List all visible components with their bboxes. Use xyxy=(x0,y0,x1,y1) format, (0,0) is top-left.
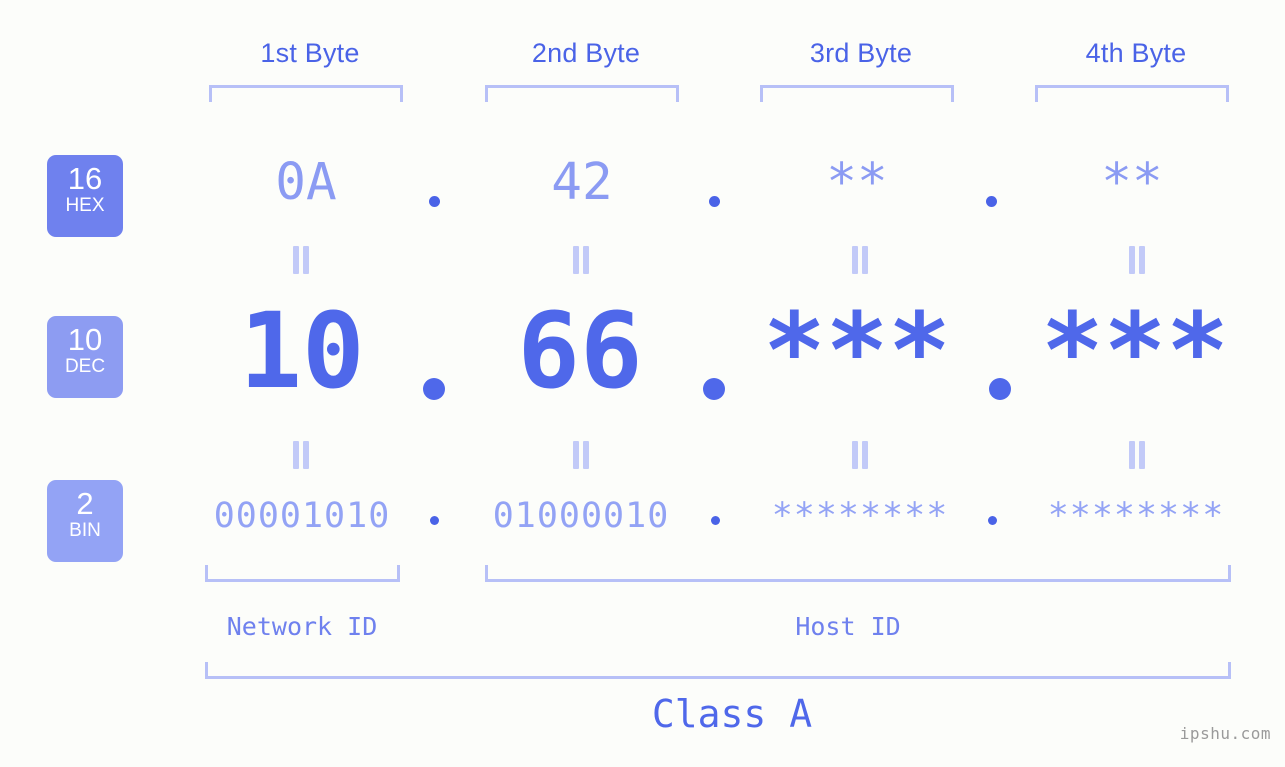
equals-icon-hex-dec-2 xyxy=(571,246,591,274)
equals-icon-dec-bin-4 xyxy=(1127,441,1147,469)
base-badge-dec-number: 10 xyxy=(67,322,103,357)
bin-separator-2 xyxy=(711,516,720,525)
equals-icon-hex-dec-1 xyxy=(291,246,311,274)
bin-separator-1 xyxy=(430,516,439,525)
equals-icon-hex-dec-3 xyxy=(850,246,870,274)
class-label: Class A xyxy=(651,692,813,736)
base-badge-hex-number: 16 xyxy=(67,161,103,196)
equals-icon-dec-bin-2 xyxy=(571,441,591,469)
bin-byte-1: 00001010 xyxy=(213,496,391,536)
dec-byte-4: *** xyxy=(1041,290,1229,412)
byte-header-3: 3rd Byte xyxy=(809,38,913,68)
bin-byte-3: ******** xyxy=(771,496,949,536)
base-badge-dec-name: DEC xyxy=(64,356,106,377)
dec-separator-1 xyxy=(423,378,445,400)
byte-bracket-2 xyxy=(485,85,679,102)
bin-byte-4: ******** xyxy=(1047,496,1225,536)
byte-bracket-3 xyxy=(760,85,954,102)
byte-bracket-1 xyxy=(209,85,403,102)
base-badge-hex-name: HEX xyxy=(65,195,105,216)
network-id-bracket xyxy=(205,565,400,582)
hex-byte-1: 0A xyxy=(275,153,337,212)
dec-byte-2: 66 xyxy=(517,290,643,412)
base-badge-bin-number: 2 xyxy=(76,486,94,521)
bin-byte-2: 01000010 xyxy=(492,496,670,536)
byte-header-2: 2nd Byte xyxy=(531,38,641,68)
byte-bracket-4 xyxy=(1035,85,1229,102)
base-badge-hex: 16 HEX xyxy=(47,155,123,237)
base-badge-bin-name: BIN xyxy=(69,520,101,541)
host-id-bracket xyxy=(485,565,1231,582)
bin-separator-3 xyxy=(988,516,997,525)
base-badge-dec: 10 DEC xyxy=(47,316,123,398)
hex-byte-3: ** xyxy=(826,153,888,212)
base-badge-bin: 2 BIN xyxy=(47,480,123,562)
dec-separator-3 xyxy=(989,378,1011,400)
hex-separator-2 xyxy=(709,196,720,207)
hex-separator-3 xyxy=(986,196,997,207)
dec-byte-3: *** xyxy=(763,290,951,412)
hex-byte-4: ** xyxy=(1101,153,1163,212)
network-id-label: Network ID xyxy=(226,612,378,641)
site-watermark: ipshu.com xyxy=(1179,724,1271,743)
host-id-label: Host ID xyxy=(795,612,901,641)
byte-header-4: 4th Byte xyxy=(1085,38,1187,68)
hex-separator-1 xyxy=(429,196,440,207)
equals-icon-hex-dec-4 xyxy=(1127,246,1147,274)
equals-icon-dec-bin-1 xyxy=(291,441,311,469)
byte-header-1: 1st Byte xyxy=(260,38,360,68)
class-bracket xyxy=(205,662,1231,679)
dec-byte-1: 10 xyxy=(239,290,365,412)
equals-icon-dec-bin-3 xyxy=(850,441,870,469)
hex-byte-2: 42 xyxy=(551,153,613,212)
dec-separator-2 xyxy=(703,378,725,400)
ip-byte-breakdown-diagram: 1st Byte 2nd Byte 3rd Byte 4th Byte 16 H… xyxy=(0,0,1285,767)
